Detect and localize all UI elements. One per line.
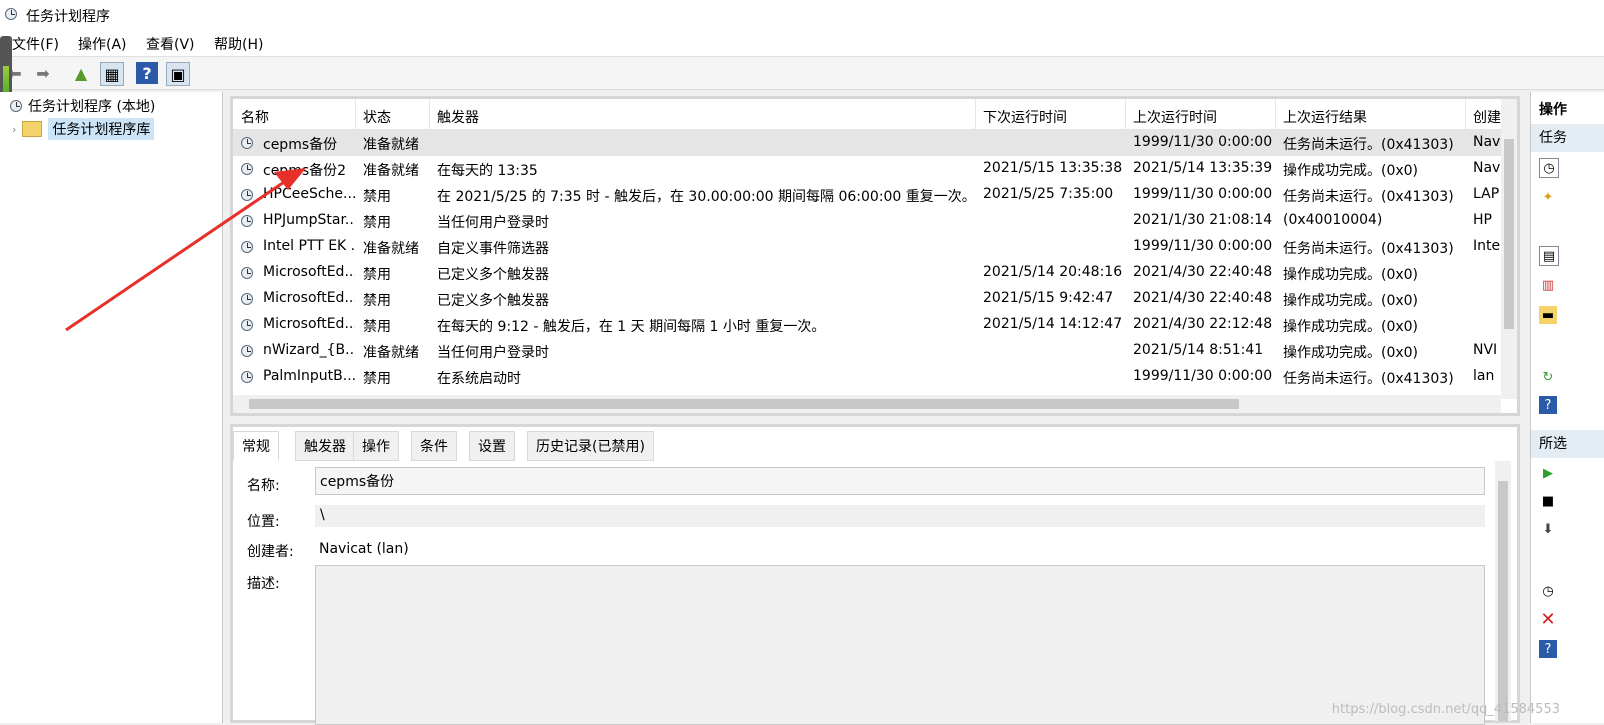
annotation-arrow bbox=[65, 168, 306, 332]
watermark: https://blog.csdn.net/qq_41584553 bbox=[1331, 702, 1560, 717]
arrow-shaft bbox=[65, 176, 291, 332]
